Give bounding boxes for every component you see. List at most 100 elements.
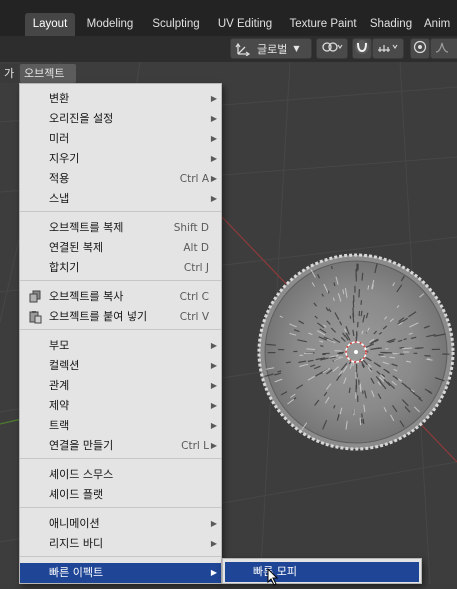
- paste-icon: [28, 310, 43, 324]
- menu-item-label: 컬렉션: [49, 356, 79, 376]
- quick-effects-submenu: 빠른 모피: [222, 558, 422, 584]
- menu-item-label: 변환: [49, 89, 69, 109]
- submenu-arrow-icon: ▶: [211, 514, 217, 534]
- menu-item-label: 제약: [49, 396, 69, 416]
- menu-item-join[interactable]: 합치기Ctrl J: [20, 258, 221, 278]
- menu-item-label: 애니메이션: [49, 514, 100, 534]
- menu-item-shortcut: Ctrl C: [180, 287, 209, 307]
- menu-separator: [20, 458, 221, 459]
- submenu-arrow-icon: ▶: [211, 376, 217, 396]
- menu-item-label: 트랙: [49, 416, 69, 436]
- menu-item-label: 리지드 바디: [49, 534, 103, 554]
- menu-item-label: 오브젝트를 붙여 넣기: [49, 307, 147, 327]
- menu-item-relations[interactable]: 관계 ▶: [20, 376, 221, 396]
- fur-sphere-object: [259, 255, 453, 449]
- menu-separator: [20, 507, 221, 508]
- menu-item-apply[interactable]: 적용 Ctrl A▶: [20, 169, 221, 189]
- submenu-arrow-icon: ▶: [211, 396, 217, 416]
- menu-item-label: 연결을 만들기: [49, 436, 113, 456]
- menu-item-copy-objects[interactable]: 오브젝트를 복사Ctrl C: [20, 287, 221, 307]
- menu-item-snap[interactable]: 스냅 ▶: [20, 189, 221, 209]
- menu-item-label: 관계: [49, 376, 69, 396]
- transform-orientation-label: 글로벌: [257, 41, 287, 57]
- menu-item-label: 부모: [49, 336, 69, 356]
- menu-item-paste-objects[interactable]: 오브젝트를 붙여 넣기 Ctrl V: [20, 307, 221, 327]
- transform-orientation-icon: [235, 42, 251, 56]
- transform-orientation-dropdown[interactable]: 글로벌 ▼: [230, 38, 312, 59]
- menu-item-animation[interactable]: 애니메이션 ▶: [20, 514, 221, 534]
- menu-item-shade-flat[interactable]: 셰이드 플랫: [20, 485, 221, 505]
- menu-item-label: 지우기: [49, 149, 79, 169]
- submenu-arrow-icon: ▶: [211, 89, 217, 109]
- menu-item-collection[interactable]: 컬렉션 ▶: [20, 356, 221, 376]
- menu-item-set-origin[interactable]: 오리진을 설정▶: [20, 109, 221, 129]
- menu-item-shortcut: Alt D: [183, 238, 209, 258]
- submenu-arrow-icon: ▶: [211, 336, 217, 356]
- menu-separator: [20, 556, 221, 557]
- menu-item-rigid-body[interactable]: 리지드 바디 ▶: [20, 534, 221, 554]
- submenu-arrow-icon: ▶: [211, 169, 217, 189]
- viewport-menu-object[interactable]: 오브젝트: [20, 64, 76, 83]
- menu-separator: [20, 329, 221, 330]
- menu-item-duplicate-linked[interactable]: 연결된 복제 Alt D: [20, 238, 221, 258]
- tab-texture-paint[interactable]: Texture Paint: [284, 13, 362, 36]
- menu-item-label: 합치기: [49, 258, 79, 278]
- submenu-arrow-icon: ▶: [211, 149, 217, 169]
- menu-item-shortcut: Shift D: [174, 218, 209, 238]
- pivot-point-dropdown[interactable]: [316, 38, 348, 59]
- menu-item-label: 연결된 복제: [49, 238, 103, 258]
- menu-separator: [20, 280, 221, 281]
- menu-item-parent[interactable]: 부모 ▶: [20, 336, 221, 356]
- menu-item-duplicate-objects[interactable]: 오브젝트를 복제 Shift D: [20, 218, 221, 238]
- falloff-dropdown[interactable]: [430, 38, 457, 59]
- submenu-arrow-icon: ▶: [211, 129, 217, 149]
- mouse-cursor-icon: [267, 568, 279, 589]
- menu-separator: [20, 211, 221, 212]
- submenu-arrow-icon: ▶: [211, 189, 217, 209]
- menu-item-label: 스냅: [49, 189, 69, 209]
- tab-uv-editing[interactable]: UV Editing: [213, 13, 277, 36]
- menu-item-label: 셰이드 플랫: [49, 485, 103, 505]
- submenu-arrow-icon: ▶: [211, 436, 217, 456]
- menu-item-track[interactable]: 트랙 ▶: [20, 416, 221, 436]
- menu-item-shade-smooth[interactable]: 셰이드 스무스: [20, 465, 221, 485]
- tab-shading[interactable]: Shading: [365, 13, 417, 36]
- workspace-tab-bar: Layout Modeling Sculpting UV Editing Tex…: [0, 0, 457, 37]
- proportional-edit-toggle[interactable]: [410, 38, 430, 59]
- snap-magnet-icon: [354, 39, 370, 58]
- menu-item-label: 오브젝트를 복제: [49, 218, 123, 238]
- menu-item-mirror[interactable]: 미러 ▶: [20, 129, 221, 149]
- menu-item-quick-fur[interactable]: 빠른 모피: [225, 562, 419, 582]
- object-menu-dropdown: 변환▶오리진을 설정▶미러▶지우기▶적용Ctrl A▶스냅▶오브젝트를 복제Sh…: [19, 83, 222, 584]
- copy-icon: [28, 290, 43, 304]
- submenu-arrow-icon: ▶: [211, 534, 217, 554]
- pivot-point-icon: [321, 40, 343, 57]
- menu-item-transform[interactable]: 변환 ▶: [20, 89, 221, 109]
- menu-item-constraint[interactable]: 제약 ▶: [20, 396, 221, 416]
- tab-sculpting[interactable]: Sculpting: [146, 13, 206, 36]
- menu-item-link-transfer-data[interactable]: 연결을 만들기 Ctrl L▶: [20, 436, 221, 456]
- tab-animation[interactable]: Anim: [424, 13, 457, 36]
- menu-item-clear[interactable]: 지우기 ▶: [20, 149, 221, 169]
- menu-item-label: 셰이드 스무스: [49, 465, 113, 485]
- snap-toggle[interactable]: [352, 38, 372, 59]
- menu-item-label: 미러: [49, 129, 69, 149]
- menu-item-quick-effects[interactable]: 빠른 이펙트▶: [20, 563, 221, 583]
- tab-modeling[interactable]: Modeling: [80, 13, 140, 36]
- falloff-curve-icon: [434, 40, 454, 57]
- viewport-header: 글로벌 ▼: [0, 36, 457, 62]
- submenu-arrow-icon: ▶: [211, 356, 217, 376]
- snap-increment-icon: [376, 40, 400, 57]
- submenu-arrow-icon: ▶: [211, 563, 217, 583]
- snap-target-dropdown[interactable]: [372, 38, 404, 59]
- tab-layout[interactable]: Layout: [25, 13, 75, 36]
- viewport-menu-add[interactable]: 가: [0, 64, 18, 83]
- submenu-arrow-icon: ▶: [211, 416, 217, 436]
- menu-item-label: 적용: [49, 169, 69, 189]
- proportional-edit-icon: [413, 40, 427, 57]
- submenu-arrow-icon: ▶: [211, 109, 217, 129]
- menu-item-shortcut: Ctrl L: [181, 436, 209, 456]
- menu-item-shortcut: Ctrl V: [180, 307, 209, 327]
- chevron-down-icon: ▼: [293, 44, 299, 53]
- menu-item-shortcut: Ctrl A: [180, 169, 209, 189]
